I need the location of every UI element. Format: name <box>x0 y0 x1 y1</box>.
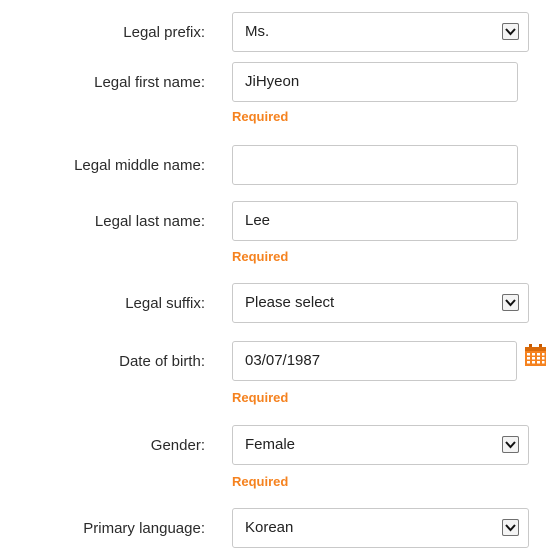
chevron-down-icon[interactable] <box>502 23 519 40</box>
legal-first-name-required: Required <box>232 109 289 124</box>
date-of-birth-label: Date of birth: <box>119 353 205 370</box>
legal-first-name-label: Legal first name: <box>94 74 205 91</box>
chevron-down-icon[interactable] <box>502 519 519 536</box>
gender-required: Required <box>232 474 289 489</box>
legal-first-name-row: Legal first name: JiHyeon <box>0 62 552 104</box>
legal-prefix-select[interactable]: Ms. <box>232 12 529 52</box>
legal-prefix-label: Legal prefix: <box>123 24 205 41</box>
gender-label: Gender: <box>150 437 205 454</box>
personal-info-form: Legal prefix: Ms. Legal first name: JiHy… <box>0 0 552 548</box>
primary-language-label: Primary language: <box>83 520 205 537</box>
legal-first-name-value: JiHyeon <box>245 73 300 90</box>
date-of-birth-row: Date of birth: 03/07/1987 <box>0 341 552 383</box>
legal-last-name-value: Lee <box>245 212 271 229</box>
legal-suffix-row: Legal suffix: Please select <box>0 283 552 325</box>
legal-last-name-required: Required <box>232 249 289 264</box>
calendar-icon[interactable] <box>525 344 546 366</box>
legal-last-name-label: Legal last name: <box>94 213 205 230</box>
primary-language-row: Primary language: Korean <box>0 508 552 550</box>
legal-suffix-value: Please select <box>245 294 335 311</box>
gender-row: Gender: Female <box>0 425 552 467</box>
legal-middle-name-row: Legal middle name: <box>0 145 552 187</box>
legal-suffix-label: Legal suffix: <box>125 295 205 312</box>
primary-language-select[interactable]: Korean <box>232 508 529 548</box>
chevron-down-icon[interactable] <box>502 436 519 453</box>
legal-suffix-select[interactable]: Please select <box>232 283 529 323</box>
legal-prefix-row: Legal prefix: Ms. <box>0 12 552 54</box>
gender-value: Female <box>245 436 296 453</box>
legal-middle-name-label: Legal middle name: <box>74 157 205 174</box>
legal-first-name-input[interactable]: JiHyeon <box>232 62 518 102</box>
legal-last-name-row: Legal last name: Lee <box>0 201 552 243</box>
chevron-down-icon[interactable] <box>502 294 519 311</box>
primary-language-value: Korean <box>245 519 294 536</box>
date-of-birth-input[interactable]: 03/07/1987 <box>232 341 517 381</box>
legal-last-name-input[interactable]: Lee <box>232 201 518 241</box>
date-of-birth-required: Required <box>232 390 289 405</box>
date-of-birth-value: 03/07/1987 <box>245 352 321 369</box>
legal-middle-name-input[interactable] <box>232 145 518 185</box>
gender-select[interactable]: Female <box>232 425 529 465</box>
legal-prefix-value: Ms. <box>245 23 270 40</box>
